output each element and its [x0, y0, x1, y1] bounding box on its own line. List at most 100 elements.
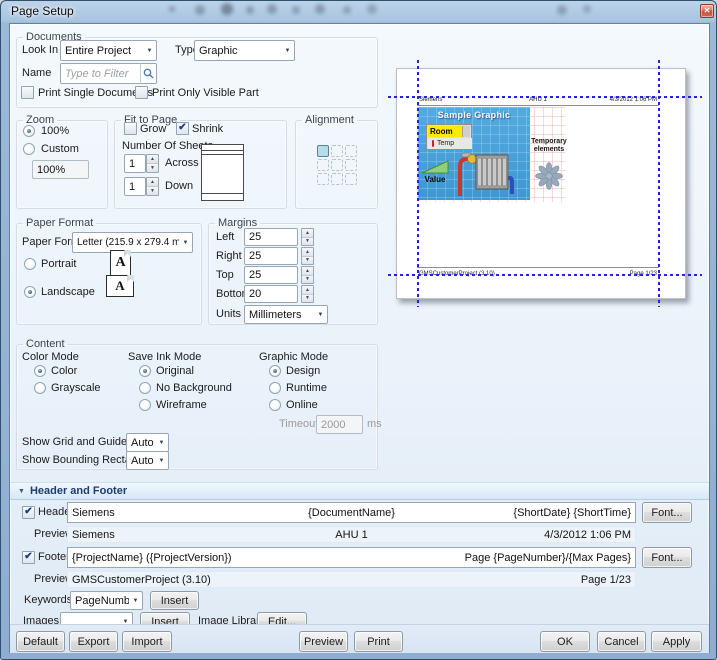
runtime-radio[interactable] [269, 382, 281, 394]
spin-down-button[interactable]: ▼ [147, 187, 158, 195]
alignment-cell-bottom-left[interactable] [317, 173, 329, 185]
header-text-input[interactable]: Siemens {DocumentName} {ShortDate} {Shor… [67, 502, 636, 523]
margin-right-spinner[interactable]: ▲ ▼ [301, 247, 314, 265]
zoom-100-radio[interactable] [23, 125, 35, 137]
timeout-input[interactable]: 2000 [316, 415, 363, 434]
sheets-across-input[interactable]: 1 [124, 154, 146, 173]
sheets-down-spinner[interactable]: ▲ ▼ [146, 177, 159, 196]
shrink-checkbox[interactable]: ✔ [176, 122, 189, 135]
zoom-custom-radio[interactable] [23, 143, 35, 155]
look-in-select[interactable]: Entire Project ▼ [60, 40, 157, 61]
footer-preview-band: GMSCustomerProject (3.10) Page 1/23 [67, 571, 636, 588]
down-label: Down [165, 177, 193, 196]
footer-checkbox[interactable]: ✔ [22, 551, 35, 564]
header-font-button[interactable]: Font... [642, 502, 692, 523]
margin-right-input[interactable]: 25 [244, 247, 298, 265]
margin-guide-top [388, 96, 702, 98]
alignment-cell-top-left[interactable] [317, 145, 329, 157]
wireframe-radio[interactable] [139, 399, 151, 411]
alignment-cell-middle-center[interactable] [331, 159, 343, 171]
landscape-paper-icon: A [106, 275, 134, 297]
footer-text-input[interactable]: {ProjectName} ({ProjectVersion}) Page {P… [67, 547, 636, 568]
ok-button[interactable]: OK [540, 631, 590, 652]
spin-up-button[interactable]: ▲ [302, 248, 313, 257]
landscape-label: Landscape [41, 285, 95, 299]
keywords-insert-button[interactable]: Insert [150, 591, 199, 610]
online-radio[interactable] [269, 399, 281, 411]
show-bounding-select[interactable]: Auto ▼ [126, 451, 169, 470]
margin-bottom-spinner[interactable]: ▲ ▼ [301, 285, 314, 303]
units-select[interactable]: Millimeters ▼ [244, 305, 328, 324]
header-checkbox[interactable]: ✔ [22, 506, 35, 519]
alignment-cell-middle-left[interactable] [317, 159, 329, 171]
print-single-checkbox[interactable]: ✔ [21, 86, 34, 99]
preview-button[interactable]: Preview [299, 631, 348, 652]
graphic-mode-label: Graphic Mode [259, 350, 328, 364]
show-grid-select[interactable]: Auto ▼ [126, 433, 169, 452]
margin-top-spinner[interactable]: ▲ ▼ [301, 266, 314, 284]
spin-up-button[interactable]: ▲ [302, 267, 313, 276]
export-button[interactable]: Export [69, 631, 118, 652]
landscape-radio[interactable] [24, 286, 36, 298]
alignment-cell-top-right[interactable] [345, 145, 357, 157]
paper-form-select[interactable]: Letter (215.9 x 279.4 mm) ▼ [72, 232, 193, 253]
sheets-down-input[interactable]: 1 [124, 177, 146, 196]
cancel-button[interactable]: Cancel [597, 631, 646, 652]
expander-triangle-icon: ▼ [18, 488, 25, 495]
look-in-label: Look In [22, 40, 58, 61]
spin-down-button[interactable]: ▼ [147, 164, 158, 172]
close-icon: ✕ [704, 7, 711, 15]
shrink-label: Shrink [192, 122, 223, 136]
titlebar[interactable]: Page Setup ✕ [1, 1, 717, 23]
footer-font-button[interactable]: Font... [642, 547, 692, 568]
search-button[interactable] [140, 63, 157, 84]
name-filter-input[interactable]: Type to Filter [60, 63, 141, 84]
margin-left-input[interactable]: 25 [244, 228, 298, 246]
original-radio[interactable] [139, 365, 151, 377]
spin-down-button[interactable]: ▼ [302, 238, 313, 246]
margin-bottom-input[interactable]: 20 [244, 285, 298, 303]
design-radio[interactable] [269, 365, 281, 377]
type-select[interactable]: Graphic ▼ [194, 40, 295, 61]
titlebar-reflection [169, 6, 175, 12]
print-visible-label: Print Only Visible Part [152, 86, 259, 100]
spin-down-button[interactable]: ▼ [302, 276, 313, 284]
thermometer-icon [432, 140, 434, 147]
import-button[interactable]: Import [122, 631, 172, 652]
sheets-across-spinner[interactable]: ▲ ▼ [146, 154, 159, 173]
spin-down-button[interactable]: ▼ [302, 295, 313, 303]
header-footer-expander[interactable]: ▼ Header and Footer [10, 482, 709, 500]
alignment-cell-middle-right[interactable] [345, 159, 357, 171]
portrait-label: Portrait [41, 257, 76, 271]
timeout-unit-label: ms [367, 415, 382, 434]
grow-checkbox[interactable]: ✔ [124, 122, 137, 135]
default-button[interactable]: Default [16, 631, 65, 652]
alignment-cell-bottom-right[interactable] [345, 173, 357, 185]
save-ink-mode-label: Save Ink Mode [128, 350, 201, 364]
chevron-down-icon: ▼ [314, 312, 327, 318]
alignment-cell-top-center[interactable] [331, 145, 343, 157]
spin-up-button[interactable]: ▲ [302, 229, 313, 238]
alignment-cell-bottom-center[interactable] [331, 173, 343, 185]
print-button[interactable]: Print [354, 631, 403, 652]
design-label: Design [286, 364, 320, 378]
search-icon [143, 68, 154, 79]
portrait-radio[interactable] [24, 258, 36, 270]
fan-icon [534, 160, 564, 192]
zoom-custom-input[interactable]: 100% [32, 160, 89, 179]
no-background-radio[interactable] [139, 382, 151, 394]
timeout-label: Timeout [279, 415, 318, 434]
margin-top-input[interactable]: 25 [244, 266, 298, 284]
color-radio[interactable] [34, 365, 46, 377]
apply-button[interactable]: Apply [651, 631, 702, 652]
margin-left-spinner[interactable]: ▲ ▼ [301, 228, 314, 246]
chevron-down-icon: ▼ [179, 240, 192, 246]
spin-up-button[interactable]: ▲ [302, 286, 313, 295]
spin-up-button[interactable]: ▲ [147, 155, 158, 164]
spin-up-button[interactable]: ▲ [147, 178, 158, 187]
keywords-select[interactable]: PageNumber ▼ [70, 591, 143, 610]
close-button[interactable]: ✕ [700, 4, 714, 18]
grayscale-radio[interactable] [34, 382, 46, 394]
spin-down-button[interactable]: ▼ [302, 257, 313, 265]
print-visible-checkbox[interactable]: ✔ [135, 86, 148, 99]
